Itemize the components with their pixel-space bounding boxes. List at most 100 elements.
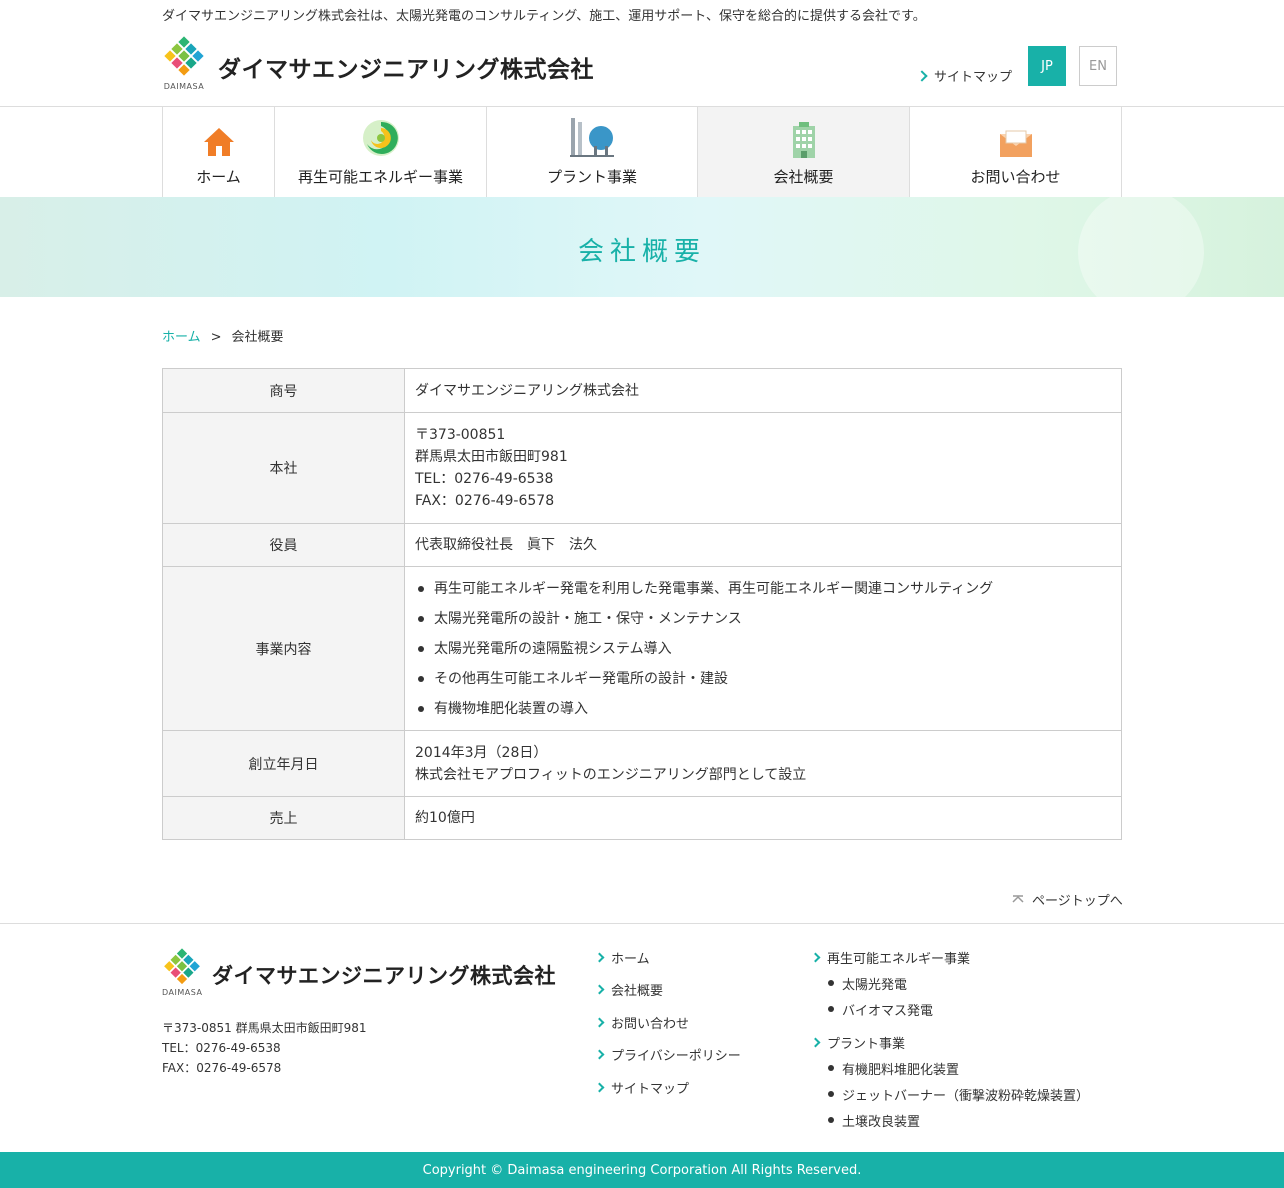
footer-sublink-biomass[interactable]: バイオマス発電 bbox=[828, 999, 1089, 1019]
nav-renewable-label: 再生可能エネルギー事業 bbox=[297, 168, 463, 186]
nav-contact[interactable]: お問い合わせ bbox=[909, 107, 1121, 197]
leaf-swirl-icon bbox=[361, 116, 401, 158]
home-icon bbox=[202, 116, 236, 158]
footer-link-sitemap[interactable]: サイトマップ bbox=[594, 1077, 741, 1097]
nav-contact-label: お問い合わせ bbox=[970, 168, 1061, 186]
chevron-right-icon bbox=[594, 1082, 605, 1092]
footer-link-label: プラント事業 bbox=[827, 1036, 906, 1052]
footer-tel: TEL：0276-49-6538 bbox=[162, 1041, 281, 1055]
company-name: ダイマサエンジニアリング株式会社 bbox=[218, 57, 594, 83]
footer-sublink-jetburner[interactable]: ジェットバーナー（衝撃波粉砕乾燥装置） bbox=[828, 1084, 1089, 1104]
footer-link-label: サイトマップ bbox=[611, 1081, 690, 1097]
sitemap-label: サイトマップ bbox=[934, 70, 1013, 85]
business-list: 再生可能エネルギー発電を利用した発電事業、再生可能エネルギー関連コンサルティング… bbox=[415, 574, 1111, 724]
chevron-right-icon bbox=[594, 984, 605, 995]
footer-link-label: プライバシーポリシー bbox=[611, 1049, 741, 1064]
row-value: 約10億円 bbox=[404, 796, 1122, 840]
nav-home-label: ホーム bbox=[196, 168, 241, 186]
chevron-right-icon bbox=[916, 69, 928, 82]
hq-tel: TEL：0276-49-6538 bbox=[415, 471, 554, 487]
footer-sublink-soil[interactable]: 土壌改良装置 bbox=[828, 1110, 1089, 1130]
list-item: 太陽光発電所の遠隔監視システム導入 bbox=[415, 634, 1111, 664]
nav-plant[interactable]: プラント事業 bbox=[486, 107, 697, 197]
bullet-icon bbox=[828, 980, 834, 986]
logo-mark-icon: DAIMASA bbox=[162, 948, 202, 1004]
sitemap-link[interactable]: サイトマップ bbox=[916, 66, 1013, 85]
footer-address: 〒373-0851 群馬県太田市飯田町981 bbox=[162, 1021, 367, 1035]
hq-fax: FAX：0276-49-6578 bbox=[415, 493, 555, 509]
plant-factory-icon bbox=[568, 116, 616, 158]
hq-address: 群馬県太田市飯田町981 bbox=[415, 449, 568, 465]
row-value: 再生可能エネルギー発電を利用した発電事業、再生可能エネルギー関連コンサルティング… bbox=[404, 566, 1122, 731]
row-label: 売上 bbox=[162, 796, 405, 840]
footer-link-label: 会社概要 bbox=[611, 984, 664, 999]
footer-company-name: ダイマサエンジニアリング株式会社 bbox=[212, 964, 556, 988]
breadcrumb-separator: > bbox=[210, 330, 222, 345]
footer-link-renewable[interactable]: 再生可能エネルギー事業 bbox=[810, 947, 1089, 967]
row-label: 商号 bbox=[162, 368, 405, 413]
footer-divider bbox=[0, 923, 1284, 924]
bullet-icon bbox=[828, 1091, 834, 1097]
row-value: 2014年3月（28日） 株式会社モアプロフィットのエンジニアリング部門として設… bbox=[404, 730, 1122, 797]
chevron-right-icon bbox=[594, 1017, 605, 1027]
table-row: 本社 〒373-00851 群馬県太田市飯田町981 TEL：0276-49-6… bbox=[162, 412, 1122, 524]
breadcrumb: ホーム > 会社概要 bbox=[162, 326, 284, 345]
list-item: 太陽光発電所の設計・施工・保守・メンテナンス bbox=[415, 604, 1111, 634]
founded-note: 株式会社モアプロフィットのエンジニアリング部門として設立 bbox=[415, 766, 807, 783]
bullet-icon bbox=[828, 1117, 834, 1123]
building-icon bbox=[789, 116, 819, 158]
envelope-icon bbox=[999, 116, 1033, 158]
footer-sublink-label: 有機肥料堆肥化装置 bbox=[842, 1062, 960, 1078]
footer-sublink-compost[interactable]: 有機肥料堆肥化装置 bbox=[828, 1058, 1089, 1078]
site-logo[interactable]: DAIMASA ダイマサエンジニアリング株式会社 bbox=[162, 36, 594, 92]
row-value: 〒373-00851 群馬県太田市飯田町981 TEL：0276-49-6538… bbox=[404, 412, 1122, 524]
nav-renewable[interactable]: 再生可能エネルギー事業 bbox=[274, 107, 486, 197]
logo-subtext: DAIMASA bbox=[163, 82, 205, 91]
pagetop-label: ページトップへ bbox=[1032, 894, 1123, 909]
footer-links: ホーム 会社概要 お問い合わせ プライバシーポリシー サイトマップ bbox=[594, 947, 741, 1097]
site-tagline: ダイマサエンジニアリング株式会社は、太陽光発電のコンサルティング、施工、運用サポ… bbox=[162, 9, 926, 24]
footer-sublink-label: 土壌改良装置 bbox=[842, 1114, 921, 1130]
lang-jp-button[interactable]: JP bbox=[1028, 46, 1066, 86]
logo-mark-icon: DAIMASA bbox=[162, 36, 206, 92]
footer-link-about[interactable]: 会社概要 bbox=[594, 980, 741, 1000]
page-hero: 会社概要 bbox=[0, 197, 1284, 297]
footer-link-label: 再生可能エネルギー事業 bbox=[827, 951, 971, 967]
founded-date: 2014年3月（28日） bbox=[415, 744, 548, 761]
table-row: 商号 ダイマサエンジニアリング株式会社 bbox=[162, 368, 1122, 413]
footer-logo[interactable]: DAIMASA ダイマサエンジニアリング株式会社 bbox=[162, 948, 556, 1004]
nav-plant-label: プラント事業 bbox=[546, 168, 637, 186]
row-value: 代表取締役社長 眞下 法久 bbox=[404, 523, 1122, 567]
row-label: 役員 bbox=[162, 523, 405, 567]
row-label: 本社 bbox=[162, 412, 405, 524]
footer-link-plant[interactable]: プラント事業 bbox=[810, 1032, 1089, 1052]
list-item: その他再生可能エネルギー発電所の設計・建設 bbox=[415, 664, 1111, 694]
lang-en-button[interactable]: EN bbox=[1079, 46, 1117, 86]
hq-postal: 〒373-00851 bbox=[415, 427, 506, 443]
chevron-right-icon bbox=[594, 1049, 605, 1060]
page-title: 会社概要 bbox=[577, 237, 706, 267]
footer-link-label: お問い合わせ bbox=[611, 1016, 690, 1032]
footer-link-privacy[interactable]: プライバシーポリシー bbox=[594, 1045, 741, 1065]
chevron-right-icon bbox=[810, 952, 821, 962]
footer-sublink-label: 太陽光発電 bbox=[842, 977, 908, 993]
logo-subtext: DAIMASA bbox=[162, 988, 203, 997]
footer-sublink-solar[interactable]: 太陽光発電 bbox=[828, 973, 1089, 993]
nav-home[interactable]: ホーム bbox=[162, 107, 274, 197]
bullet-icon bbox=[828, 1065, 834, 1071]
table-row: 役員 代表取締役社長 眞下 法久 bbox=[162, 523, 1122, 567]
bullet-icon bbox=[828, 1006, 834, 1012]
nav-about-label: 会社概要 bbox=[773, 168, 834, 186]
footer-link-contact[interactable]: お問い合わせ bbox=[594, 1012, 741, 1032]
copyright-bar: Copyright © Daimasa engineering Corporat… bbox=[0, 1152, 1284, 1188]
footer-link-home[interactable]: ホーム bbox=[594, 947, 741, 967]
footer-business-links: 再生可能エネルギー事業 太陽光発電 バイオマス発電 プラント事業 有機肥料堆肥化… bbox=[810, 947, 1089, 1130]
breadcrumb-current: 会社概要 bbox=[231, 330, 284, 345]
breadcrumb-home-link[interactable]: ホーム bbox=[162, 330, 201, 345]
company-info-table: 商号 ダイマサエンジニアリング株式会社 本社 〒373-00851 群馬県太田市… bbox=[162, 368, 1122, 840]
list-item: 有機物堆肥化装置の導入 bbox=[415, 694, 1111, 724]
table-row: 事業内容 再生可能エネルギー発電を利用した発電事業、再生可能エネルギー関連コンサ… bbox=[162, 566, 1122, 731]
row-value: ダイマサエンジニアリング株式会社 bbox=[404, 368, 1122, 413]
nav-about[interactable]: 会社概要 bbox=[697, 107, 909, 197]
pagetop-link[interactable]: ページトップへ bbox=[1012, 890, 1123, 909]
